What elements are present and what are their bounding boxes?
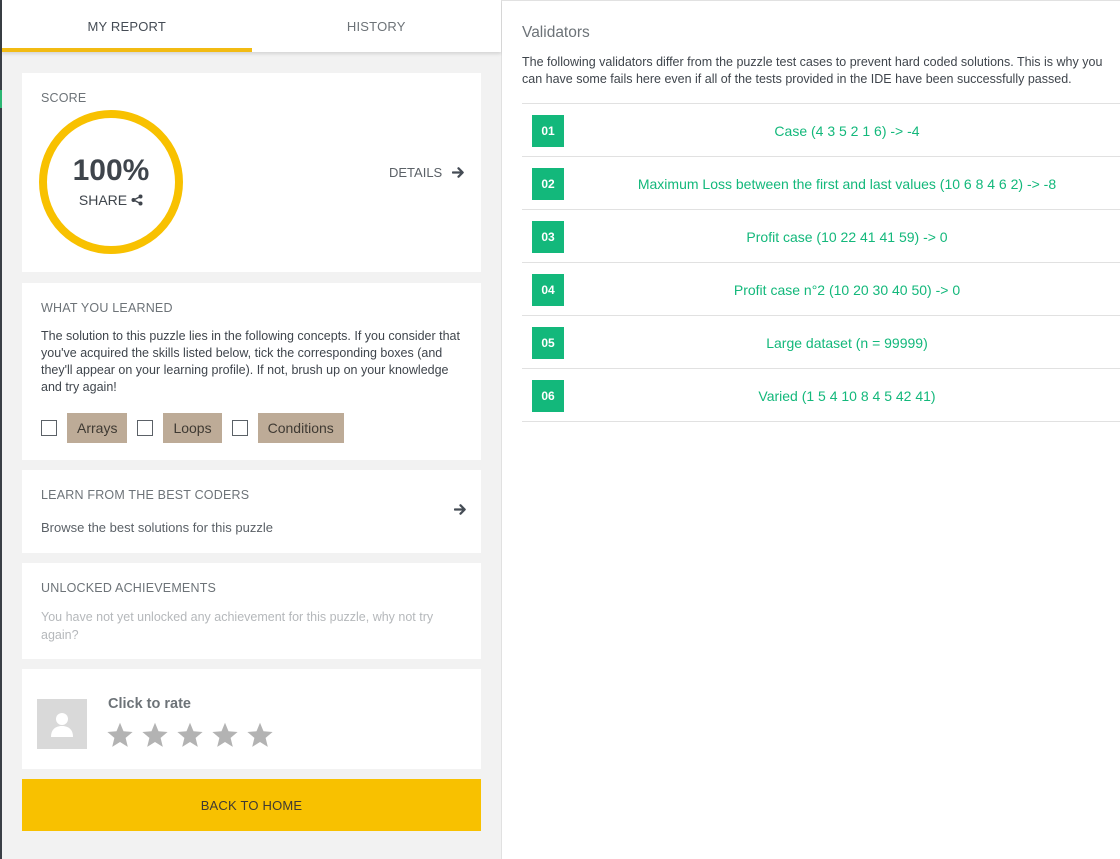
validator-label: Maximum Loss between the first and last … xyxy=(637,175,1057,192)
arrow-right-icon xyxy=(452,167,465,178)
user-icon xyxy=(51,713,73,737)
learn-from-title: LEARN FROM THE BEST CODERS xyxy=(41,488,250,502)
score-ring: 100% SHARE xyxy=(39,110,183,254)
learned-card: WHAT YOU LEARNED The solution to this pu… xyxy=(22,283,481,460)
star-rating xyxy=(106,721,281,749)
tab-history[interactable]: HISTORY xyxy=(252,0,502,52)
validator-row[interactable]: 06 Varied (1 5 4 10 8 4 5 42 41) xyxy=(522,369,1120,422)
tab-bar: MY REPORT HISTORY xyxy=(2,0,501,52)
validator-row[interactable]: 01 Case (4 3 5 2 1 6) -> -4 xyxy=(522,104,1120,157)
validators-list: 01 Case (4 3 5 2 1 6) -> -4 02 Maximum L… xyxy=(522,103,1120,422)
validators-title: Validators xyxy=(522,24,590,41)
skill-tag: Loops xyxy=(163,413,222,443)
share-label: SHARE xyxy=(78,192,128,208)
back-to-home-button[interactable]: BACK TO HOME xyxy=(22,779,481,831)
validator-row[interactable]: 04 Profit case n°2 (10 20 30 40 50) -> 0 xyxy=(522,263,1120,316)
achievements-card: UNLOCKED ACHIEVEMENTS You have not yet u… xyxy=(22,563,481,659)
validator-number: 01 xyxy=(532,115,564,147)
score-title: SCORE xyxy=(41,91,87,105)
skill-conditions: Conditions xyxy=(231,413,344,443)
validator-row[interactable]: 05 Large dataset (n = 99999) xyxy=(522,316,1120,369)
tab-my-report[interactable]: MY REPORT xyxy=(2,0,252,52)
details-label: DETAILS xyxy=(389,165,443,180)
skill-checkbox[interactable] xyxy=(137,420,154,436)
skill-loops: Loops xyxy=(137,413,222,443)
learn-from-best-card[interactable]: LEARN FROM THE BEST CODERS Browse the be… xyxy=(22,470,481,553)
validator-row[interactable]: 02 Maximum Loss between the first and la… xyxy=(522,157,1120,210)
star-icon[interactable] xyxy=(246,721,274,749)
avatar xyxy=(37,699,87,749)
star-icon[interactable] xyxy=(211,721,239,749)
report-panel: MY REPORT HISTORY SCORE 100% SHARE DETAI… xyxy=(2,0,502,859)
validator-number: 04 xyxy=(532,274,564,306)
validator-row[interactable]: 03 Profit case (10 22 41 41 59) -> 0 xyxy=(522,210,1120,263)
skill-tag: Conditions xyxy=(257,413,344,443)
details-link[interactable]: DETAILS xyxy=(389,165,465,180)
validators-description: The following validators differ from the… xyxy=(522,55,1103,86)
validator-label: Large dataset (n = 99999) xyxy=(766,334,928,351)
star-icon[interactable] xyxy=(176,721,204,749)
star-icon[interactable] xyxy=(106,721,134,749)
rating-card: Click to rate xyxy=(22,669,481,769)
achievements-title: UNLOCKED ACHIEVEMENTS xyxy=(41,581,217,595)
skills-list: Arrays Loops Conditions xyxy=(41,413,354,443)
validator-number: 05 xyxy=(532,327,564,359)
validator-number: 02 xyxy=(532,168,564,200)
validator-number: 06 xyxy=(532,380,564,412)
skill-checkbox[interactable] xyxy=(41,420,57,436)
share-button[interactable]: SHARE xyxy=(79,192,143,208)
learned-title: WHAT YOU LEARNED xyxy=(41,301,173,315)
skill-arrays: Arrays xyxy=(41,413,128,443)
learn-from-subtitle: Browse the best solutions for this puzzl… xyxy=(41,520,273,535)
star-icon[interactable] xyxy=(141,721,169,749)
validator-label: Varied (1 5 4 10 8 4 5 42 41) xyxy=(758,387,936,404)
achievements-text: You have not yet unlocked any achievemen… xyxy=(41,610,434,642)
learned-description: The solution to this puzzle lies in the … xyxy=(41,329,460,394)
validator-number: 03 xyxy=(532,221,564,253)
score-value: 100% xyxy=(72,154,150,187)
skill-checkbox[interactable] xyxy=(231,420,248,436)
skill-tag: Arrays xyxy=(67,413,128,443)
arrow-right-icon xyxy=(454,504,466,515)
validator-label: Case (4 3 5 2 1 6) -> -4 xyxy=(774,122,920,139)
rate-label: Click to rate xyxy=(108,696,191,712)
validator-label: Profit case (10 22 41 41 59) -> 0 xyxy=(746,228,948,245)
validator-label: Profit case n°2 (10 20 30 40 50) -> 0 xyxy=(733,281,961,298)
share-icon xyxy=(131,194,143,206)
validators-panel: Validators The following validators diff… xyxy=(502,0,1120,859)
score-card: SCORE 100% SHARE DETAILS xyxy=(22,73,481,272)
